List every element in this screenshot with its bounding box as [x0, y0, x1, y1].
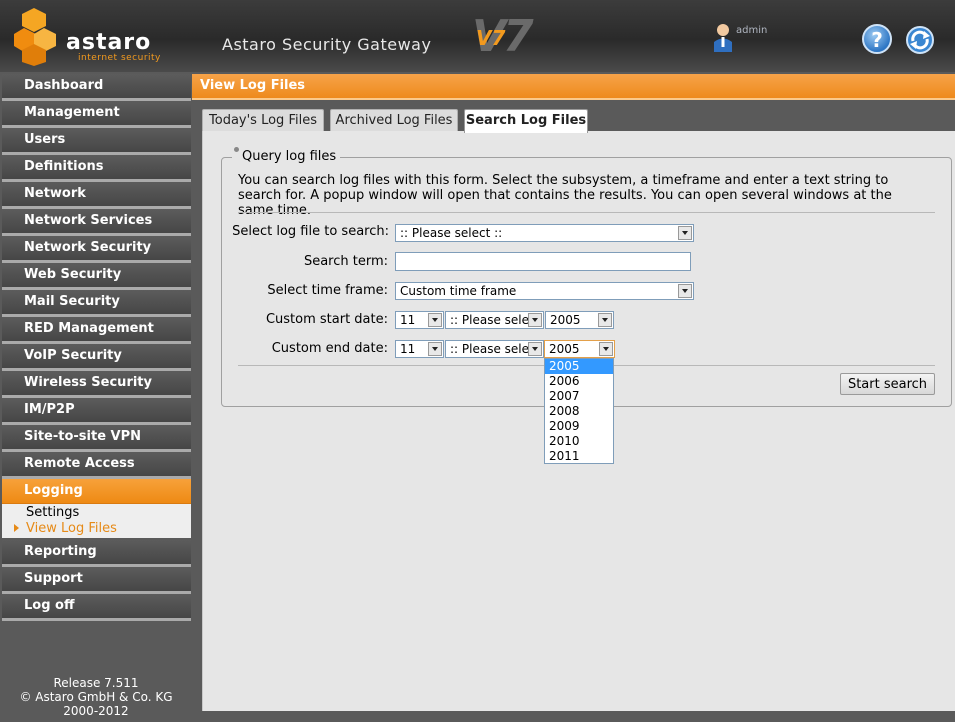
sidebar-item-network-security[interactable]: Network Security — [2, 236, 191, 263]
chevron-down-icon — [528, 342, 542, 356]
tab-todays-log-files[interactable]: Today's Log Files — [202, 109, 324, 131]
legend-text: Query log files — [242, 149, 337, 164]
page-title: View Log Files — [192, 74, 955, 100]
log-file-value: :: Please select :: — [400, 226, 503, 240]
version-label: V7 — [476, 26, 506, 50]
logo-tagline: internet security — [78, 53, 161, 63]
copyright-years: 2000-2012 — [63, 704, 129, 718]
sidebar-item-site-to-site-vpn[interactable]: Site-to-site VPN — [2, 425, 191, 452]
sidebar-item-web-security[interactable]: Web Security — [2, 263, 191, 290]
sidebar-item-red-management[interactable]: RED Management — [2, 317, 191, 344]
sidebar-subitem-settings[interactable]: Settings — [26, 505, 79, 520]
sidebar-subitem-view-log-files[interactable]: View Log Files — [26, 521, 117, 536]
end-year-value: 2005 — [549, 342, 580, 356]
chevron-down-icon — [599, 342, 613, 356]
current-item-arrow-icon — [14, 524, 19, 532]
end-date-label: Custom end date: — [271, 341, 388, 356]
sidebar-item-users[interactable]: Users — [2, 128, 191, 155]
release-info: Release 7.511 © Astaro GmbH & Co. KG 200… — [0, 676, 192, 718]
chevron-down-icon — [528, 313, 542, 327]
chevron-down-icon — [678, 284, 692, 298]
astaro-logo-icon — [14, 8, 56, 66]
log-file-select[interactable]: :: Please select :: — [395, 224, 694, 242]
sidebar: Dashboard Management Users Definitions N… — [0, 72, 192, 722]
year-option[interactable]: 2011 — [545, 449, 613, 464]
help-button[interactable]: ? — [862, 24, 892, 54]
end-day-select[interactable]: 11 — [395, 340, 444, 358]
search-term-label: Search term: — [303, 254, 388, 269]
refresh-icon[interactable] — [904, 24, 936, 56]
logging-submenu: Settings View Log Files — [2, 504, 191, 538]
start-month-select[interactable]: :: Please select :: — [445, 311, 544, 329]
year-option[interactable]: 2010 — [545, 434, 613, 449]
sidebar-item-remote-access[interactable]: Remote Access — [2, 452, 191, 479]
time-frame-select[interactable]: Custom time frame — [395, 282, 694, 300]
chevron-down-icon — [598, 313, 612, 327]
year-option[interactable]: 2006 — [545, 374, 613, 389]
fieldset-legend: Query log files — [232, 147, 341, 164]
end-month-select[interactable]: :: Please select :: — [445, 340, 544, 358]
start-day-select[interactable]: 11 — [395, 311, 444, 329]
year-dropdown-list: 2005 2006 2007 2008 2009 2010 2011 — [544, 358, 614, 464]
end-day-value: 11 — [400, 342, 416, 356]
sidebar-item-dashboard[interactable]: Dashboard — [2, 74, 191, 101]
end-year-select[interactable]: 2005 — [544, 340, 615, 358]
sidebar-item-support[interactable]: Support — [2, 567, 191, 594]
sidebar-item-network-services[interactable]: Network Services — [2, 209, 191, 236]
sidebar-item-mail-security[interactable]: Mail Security — [2, 290, 191, 317]
release-version: Release 7.511 — [53, 676, 139, 690]
tab-search-log-files[interactable]: Search Log Files — [464, 109, 588, 133]
copyright: © Astaro GmbH & Co. KG — [19, 690, 173, 704]
sidebar-item-logging[interactable]: Logging — [2, 479, 191, 506]
year-option[interactable]: 2007 — [545, 389, 613, 404]
user-icon — [714, 24, 732, 52]
user-name: admin — [736, 25, 768, 36]
sidebar-item-management[interactable]: Management — [2, 101, 191, 128]
logo-wordmark: astaro — [66, 30, 152, 55]
sidebar-item-reporting[interactable]: Reporting — [2, 540, 191, 567]
tab-archived-log-files[interactable]: Archived Log Files — [330, 109, 458, 131]
time-frame-label: Select time frame: — [267, 283, 388, 298]
start-year-select[interactable]: 2005 — [545, 311, 614, 329]
year-option[interactable]: 2009 — [545, 419, 613, 434]
start-year-value: 2005 — [550, 313, 581, 327]
search-term-input[interactable] — [395, 252, 691, 271]
year-option[interactable]: 2008 — [545, 404, 613, 419]
sidebar-item-wireless-security[interactable]: Wireless Security — [2, 371, 191, 398]
chevron-down-icon — [428, 313, 442, 327]
chevron-down-icon — [428, 342, 442, 356]
start-date-label: Custom start date: — [265, 312, 388, 327]
product-title: Astaro Security Gateway — [222, 35, 432, 54]
divider — [238, 212, 935, 213]
sidebar-item-definitions[interactable]: Definitions — [2, 155, 191, 182]
start-day-value: 11 — [400, 313, 416, 327]
header-bar: astaro internet security Astaro Security… — [0, 0, 955, 72]
chevron-down-icon — [678, 226, 692, 240]
sidebar-item-network[interactable]: Network — [2, 182, 191, 209]
year-option[interactable]: 2005 — [545, 359, 613, 374]
sidebar-item-log-off[interactable]: Log off — [2, 594, 191, 621]
question-icon: ? — [871, 28, 883, 52]
time-frame-value: Custom time frame — [400, 284, 517, 298]
log-file-label: Select log file to search: — [232, 224, 389, 239]
sidebar-item-im-p2p[interactable]: IM/P2P — [2, 398, 191, 425]
start-search-button[interactable]: Start search — [840, 373, 935, 395]
sidebar-item-voip-security[interactable]: VoIP Security — [2, 344, 191, 371]
legend-dot-icon — [234, 147, 239, 152]
